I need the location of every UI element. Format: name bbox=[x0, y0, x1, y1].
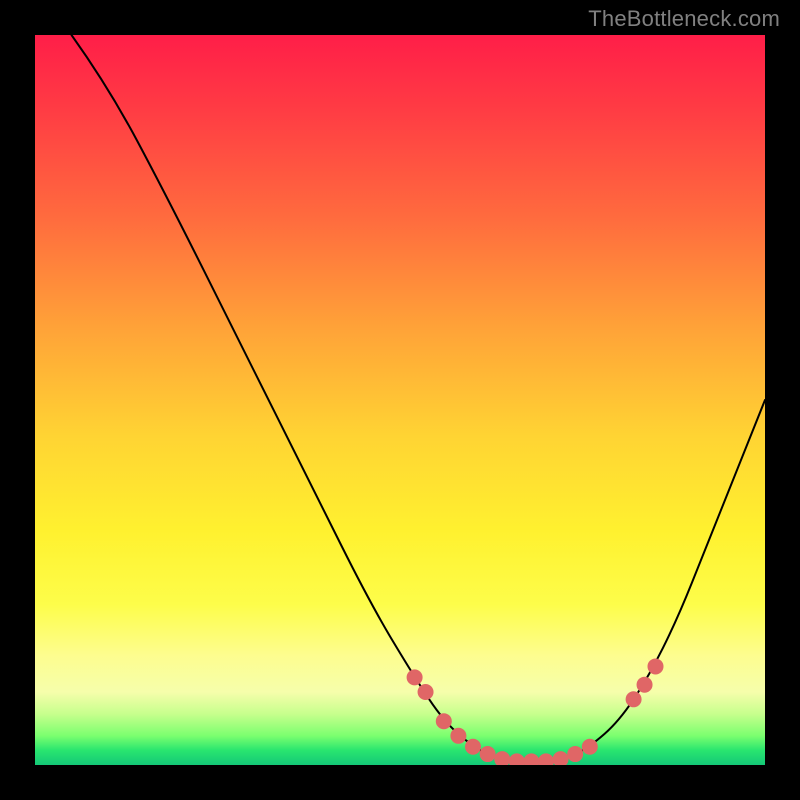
marker-dot bbox=[418, 684, 434, 700]
curve-path-group bbox=[72, 35, 766, 761]
marker-dot bbox=[648, 658, 664, 674]
marker-dot bbox=[450, 728, 466, 744]
marker-dot bbox=[465, 739, 481, 755]
marker-dot bbox=[567, 746, 583, 762]
curve-path bbox=[72, 35, 766, 761]
marker-dot bbox=[436, 713, 452, 729]
marker-dot bbox=[553, 751, 569, 765]
curve-svg bbox=[35, 35, 765, 765]
marker-dot bbox=[582, 739, 598, 755]
marker-dot bbox=[480, 746, 496, 762]
marker-dot bbox=[637, 677, 653, 693]
watermark-text: TheBottleneck.com bbox=[588, 6, 780, 32]
marker-dot bbox=[509, 753, 525, 765]
plot-area bbox=[35, 35, 765, 765]
marker-dot bbox=[407, 669, 423, 685]
marker-dot bbox=[538, 753, 554, 765]
chart-frame: TheBottleneck.com bbox=[0, 0, 800, 800]
marker-dot bbox=[494, 751, 510, 765]
marker-dot bbox=[626, 691, 642, 707]
marker-dot bbox=[523, 753, 539, 765]
